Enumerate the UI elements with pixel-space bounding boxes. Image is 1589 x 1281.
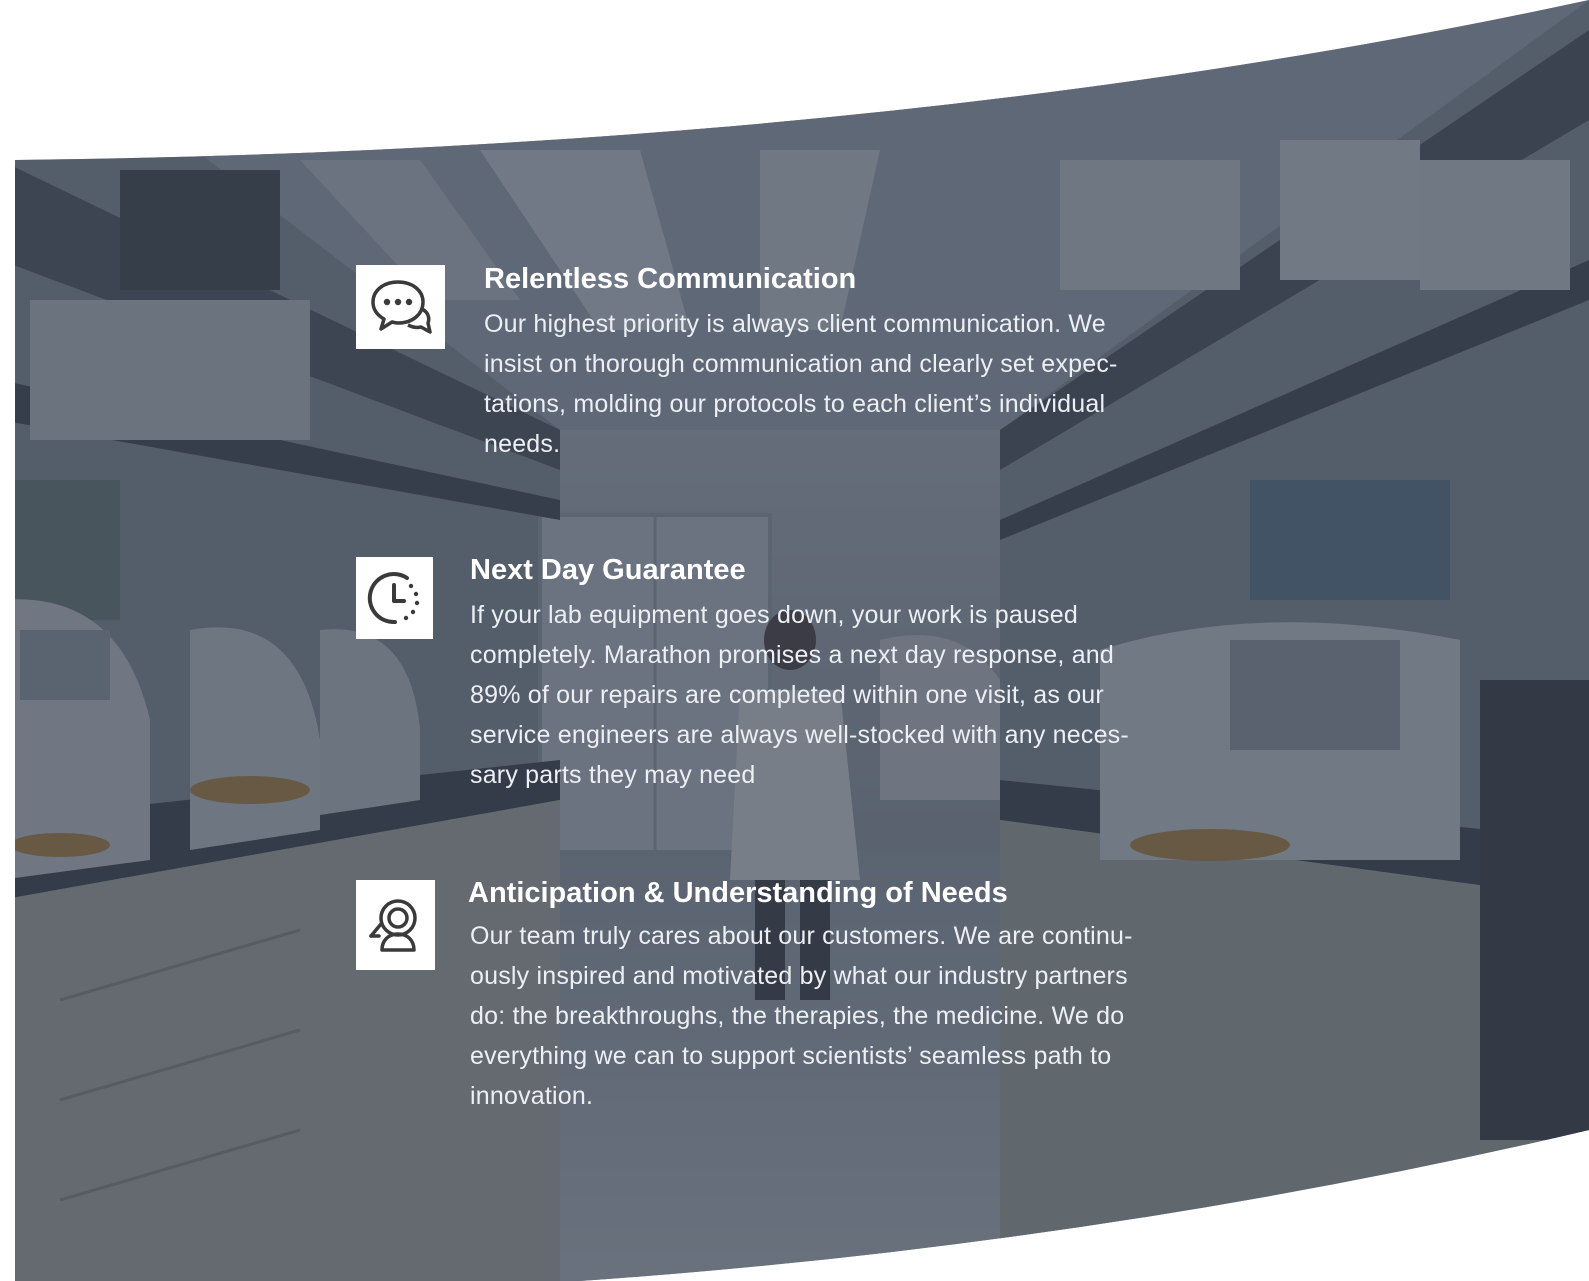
chat-bubbles-icon	[356, 265, 445, 349]
description-line: tations, molding our protocols to each c…	[484, 390, 1106, 418]
feature-title: Next Day Guarantee	[470, 554, 746, 586]
description-line: service engineers are always well-stocke…	[470, 721, 1129, 749]
description-line: innovation.	[470, 1082, 594, 1110]
feature-description: Our highest priority is always client co…	[484, 304, 1118, 464]
description-line: sary parts they may need	[470, 761, 756, 789]
feature-title: Relentless Communication	[484, 263, 857, 295]
person-support-icon	[356, 880, 435, 970]
description-line: 89% of our repairs are completed within …	[470, 681, 1104, 709]
description-line: If your lab equipment goes down, your wo…	[470, 601, 1078, 629]
feature-title: Anticipation & Understanding of Needs	[468, 877, 1008, 909]
description-line: insist on thorough communication and cle…	[484, 350, 1118, 378]
description-line: everything we can to support scientists’…	[470, 1042, 1112, 1070]
description-line: completely. Marathon promises a next day…	[470, 641, 1115, 669]
feature-description: If your lab equipment goes down, your wo…	[470, 595, 1129, 795]
values-section: Relentless Communication Our highest pri…	[0, 0, 1589, 1281]
description-line: Our team truly cares about our customers…	[470, 922, 1133, 950]
description-line: needs.	[484, 430, 561, 458]
description-line: ously inspired and motivated by what our…	[470, 962, 1128, 990]
clock-icon	[356, 557, 433, 639]
description-line: do: the breakthroughs, the therapies, th…	[470, 1002, 1125, 1030]
feature-description: Our team truly cares about our customers…	[470, 916, 1133, 1116]
description-line: Our highest priority is always client co…	[484, 310, 1106, 338]
